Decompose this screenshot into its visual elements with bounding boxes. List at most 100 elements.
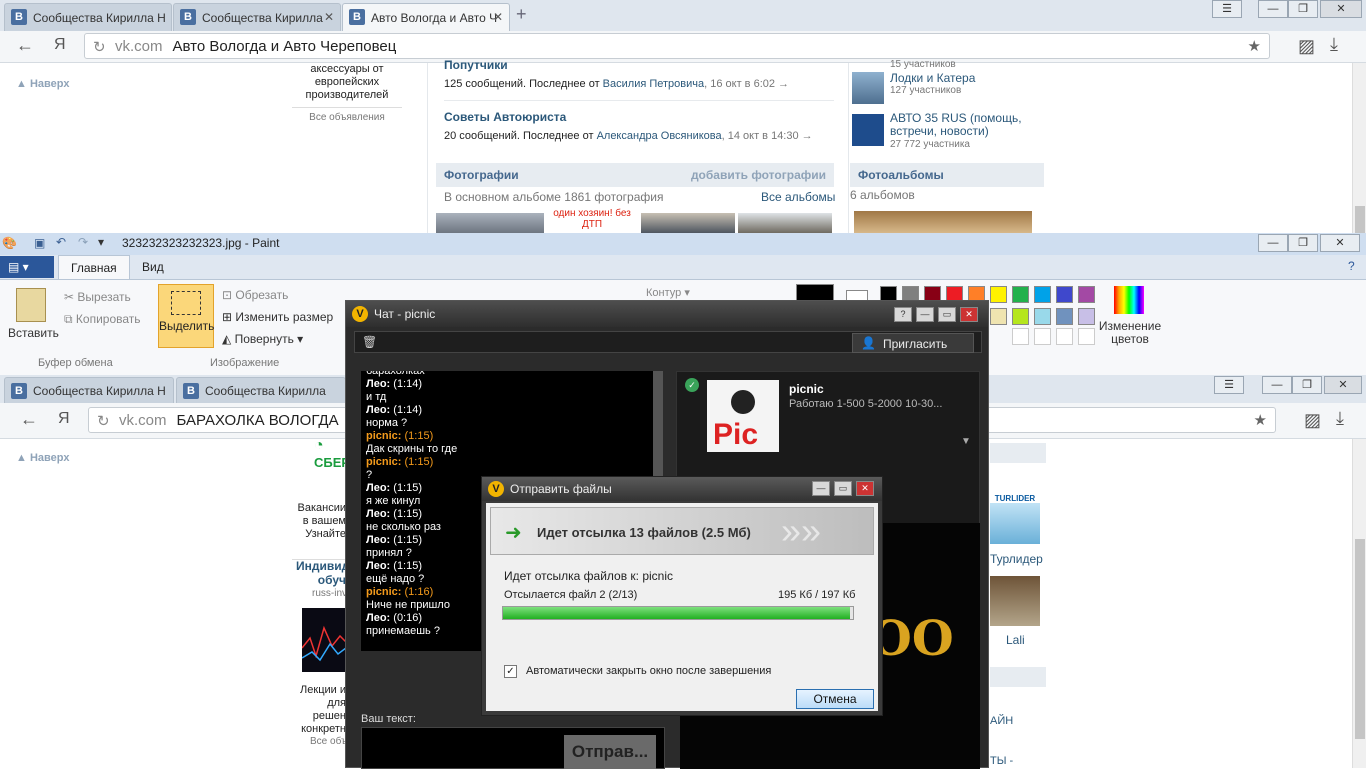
- photo-thumb[interactable]: [436, 213, 544, 233]
- browser-tab-2[interactable]: B Сообщества Кирилла: [176, 377, 346, 403]
- back-to-top-link[interactable]: ▲ Наверх: [16, 78, 69, 90]
- maximize-button[interactable]: ❐: [1292, 376, 1322, 394]
- menu-icon[interactable]: ☰: [1214, 376, 1244, 394]
- maximize-button[interactable]: ❐: [1288, 0, 1318, 18]
- group-name[interactable]: АВТО 35 RUS (помощь, встречи, новости): [890, 112, 1040, 138]
- album-thumb[interactable]: [854, 211, 1032, 233]
- redo-icon[interactable]: ↷: [78, 235, 88, 249]
- contact-avatar[interactable]: Pic: [707, 380, 779, 452]
- paste-icon[interactable]: [16, 288, 46, 322]
- friend-avatar[interactable]: [990, 576, 1040, 626]
- ad-title[interactable]: Индивид обуч: [296, 559, 349, 587]
- undo-icon[interactable]: ↶: [56, 235, 66, 249]
- close-button[interactable]: ✕: [1324, 376, 1362, 394]
- custom-color-slot[interactable]: [1034, 328, 1051, 345]
- bookmark-star-icon[interactable]: ★: [1248, 37, 1261, 55]
- bookmark-star-icon[interactable]: ★: [1254, 411, 1267, 429]
- palette-color-swatch[interactable]: [1078, 286, 1095, 303]
- palette-color-swatch[interactable]: [1012, 308, 1029, 325]
- palette-color-swatch[interactable]: [1056, 308, 1073, 325]
- back-to-top-link[interactable]: ▲ Наверх: [16, 452, 69, 464]
- topic-title[interactable]: Советы Автоюриста: [444, 110, 566, 124]
- group-avatar[interactable]: [852, 114, 884, 146]
- minimize-button[interactable]: —: [812, 481, 830, 496]
- group-avatar[interactable]: [852, 72, 884, 104]
- tab-close-icon[interactable]: ✕: [324, 10, 334, 24]
- ad-image[interactable]: [301, 608, 347, 672]
- palette-color-swatch[interactable]: [1056, 286, 1073, 303]
- edit-colors-button[interactable]: Изменение цветов: [1098, 320, 1162, 346]
- all-ads-link[interactable]: Все объявления: [292, 107, 402, 123]
- minimize-button[interactable]: —: [1258, 234, 1288, 252]
- browser-tab-2[interactable]: B Сообщества Кирилла ✕: [173, 3, 341, 31]
- close-button[interactable]: ✕: [1320, 234, 1360, 252]
- custom-color-slot[interactable]: [1012, 328, 1029, 345]
- tab-view[interactable]: Вид: [130, 255, 176, 279]
- paste-button[interactable]: Вставить: [8, 326, 59, 340]
- friend-name[interactable]: Lali: [1006, 633, 1025, 647]
- maximize-button[interactable]: ▭: [834, 481, 852, 496]
- group-name[interactable]: Лодки и Катера: [890, 71, 975, 85]
- quick-access-dropdown[interactable]: ▾: [98, 235, 104, 249]
- download-icon[interactable]: ⤓: [1330, 34, 1338, 55]
- friend-name[interactable]: Турлидер: [990, 552, 1043, 566]
- yandex-logo[interactable]: Я: [58, 410, 70, 428]
- reload-icon[interactable]: ↻: [97, 412, 110, 430]
- trash-icon[interactable]: 🗑: [362, 335, 377, 349]
- download-icon[interactable]: ⤓: [1336, 408, 1344, 429]
- edit-colors-icon[interactable]: [1114, 286, 1144, 314]
- palette-color-swatch[interactable]: [1012, 286, 1029, 303]
- invite-button[interactable]: 👤 Пригласить: [852, 333, 974, 353]
- photo-thumb[interactable]: один хозяин! без ДТП: [546, 208, 638, 233]
- help-icon[interactable]: ?: [894, 307, 912, 322]
- browser-tab-1[interactable]: B Сообщества Кирилла Н: [4, 377, 174, 403]
- image-icon[interactable]: ▨: [1298, 36, 1315, 57]
- minimize-button[interactable]: —: [1258, 0, 1288, 18]
- palette-color-swatch[interactable]: [1034, 308, 1051, 325]
- chevron-down-icon[interactable]: ▼: [961, 436, 971, 447]
- topic-title[interactable]: Попутчики: [444, 58, 508, 72]
- friend-avatar[interactable]: TURLIDER: [990, 494, 1040, 544]
- tab-close-icon[interactable]: ✕: [493, 10, 503, 24]
- browser-tab-3[interactable]: B Авто Вологда и Авто Ч ✕: [342, 3, 510, 31]
- send-button[interactable]: Отправ...: [564, 735, 656, 769]
- menu-icon[interactable]: ☰: [1212, 0, 1242, 18]
- reload-icon[interactable]: ↻: [93, 38, 106, 56]
- cut-button[interactable]: ✂ Вырезать: [64, 290, 131, 304]
- url-field[interactable]: ↻ vk.com Авто Вологда и Авто Череповец ★: [84, 33, 1270, 59]
- custom-color-slot[interactable]: [1078, 328, 1095, 345]
- maximize-button[interactable]: ▭: [938, 307, 956, 322]
- resize-button[interactable]: ⊞ Изменить размер: [222, 310, 333, 324]
- cancel-button[interactable]: Отмена: [796, 689, 874, 709]
- photo-thumb[interactable]: [641, 213, 735, 233]
- palette-color-swatch[interactable]: [1078, 308, 1095, 325]
- photo-thumb[interactable]: [738, 213, 832, 233]
- minimize-button[interactable]: —: [916, 307, 934, 322]
- scrollbar[interactable]: [1352, 63, 1366, 233]
- close-button[interactable]: ✕: [856, 481, 874, 496]
- palette-color-swatch[interactable]: [990, 286, 1007, 303]
- tab-home[interactable]: Главная: [58, 255, 130, 279]
- crop-button[interactable]: ⊡ Обрезать: [222, 288, 288, 302]
- save-icon[interactable]: ▣: [34, 236, 45, 250]
- copy-button[interactable]: ⧉ Копировать: [64, 312, 141, 327]
- select-button[interactable]: Выделить: [158, 284, 214, 348]
- contour-button[interactable]: Контур ▾: [646, 286, 690, 299]
- auto-close-checkbox[interactable]: ✓: [504, 665, 517, 678]
- all-ads-link[interactable]: Все объ: [310, 736, 347, 747]
- paint-file-menu[interactable]: ▤ ▾: [0, 256, 54, 278]
- back-arrow-icon[interactable]: ←: [16, 35, 34, 56]
- minimize-button[interactable]: —: [1262, 376, 1292, 394]
- yandex-logo[interactable]: Я: [54, 36, 66, 54]
- group-name[interactable]: ТЫ -: [990, 755, 1013, 767]
- close-button[interactable]: ✕: [1320, 0, 1362, 18]
- palette-color-swatch[interactable]: [990, 308, 1007, 325]
- custom-color-slot[interactable]: [1056, 328, 1073, 345]
- browser-tab-1[interactable]: B Сообщества Кирилла Н: [4, 3, 172, 31]
- palette-color-swatch[interactable]: [1034, 286, 1051, 303]
- add-photos-link[interactable]: добавить фотографии: [691, 168, 826, 182]
- new-tab-button[interactable]: +: [516, 4, 527, 25]
- back-arrow-icon[interactable]: ←: [20, 409, 38, 430]
- messages-scrollbar[interactable]: [653, 371, 663, 481]
- all-albums-link[interactable]: Все альбомы: [761, 190, 835, 204]
